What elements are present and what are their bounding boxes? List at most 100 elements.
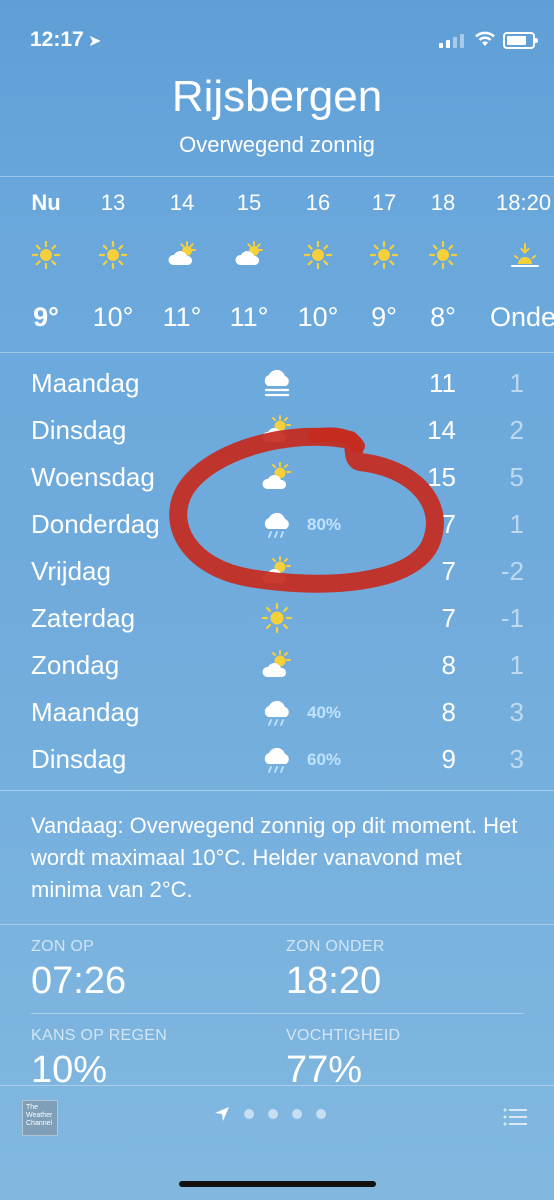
divider	[0, 1085, 554, 1086]
divider	[31, 1013, 524, 1014]
daily-row: Dinsdag 60% 9 3	[0, 736, 554, 783]
location-arrow-icon	[215, 1107, 229, 1121]
hour-temp: 10°	[92, 302, 134, 332]
day-low: -1	[500, 603, 524, 633]
divider	[0, 790, 554, 791]
battery-icon	[503, 32, 538, 49]
hour-label: Nu	[31, 190, 61, 215]
daily-row: Zondag 8 1	[0, 642, 554, 689]
hour-temp: 8°	[430, 302, 456, 332]
daily-row: Woensdag 15 5	[0, 454, 554, 501]
day-name: Zaterdag	[31, 603, 136, 633]
hourly-item: Nu 9°	[11, 176, 81, 352]
sunset-detail: ZON ONDER 18:20	[286, 938, 385, 1003]
day-name: Dinsdag	[31, 415, 127, 445]
humidity-value: 77%	[286, 1049, 363, 1085]
status-bar: 12:17 ➤	[0, 28, 554, 58]
city-name: Rijsbergen	[171, 72, 383, 121]
daily-row: Donderdag 80% 7 1	[0, 501, 554, 548]
rain-chance-value: 10%	[31, 1049, 108, 1085]
day-low: 5	[509, 462, 524, 492]
daily-row: Zaterdag 7 -1	[0, 595, 554, 642]
hourly-item: 15 11°	[214, 176, 284, 352]
day-high: 15	[427, 462, 456, 492]
day-name: Maandag	[31, 697, 140, 727]
day-name: Vrijdag	[31, 556, 111, 586]
divider	[0, 352, 554, 353]
sunrise-detail: ZON OP 07:26	[31, 938, 126, 1003]
rain-cloud-icon	[264, 700, 289, 726]
hourly-item: 18:20 Onde	[490, 176, 554, 352]
day-low: 2	[509, 415, 524, 445]
page-indicator[interactable]	[214, 1106, 326, 1122]
hour-label: 18	[430, 190, 456, 215]
day-low: 1	[509, 509, 524, 539]
precip-chance: 80%	[307, 515, 342, 534]
hourly-item: 18 8°	[408, 176, 478, 352]
daily-row: Maandag 11 1	[0, 360, 554, 407]
partly-cloudy-icon	[262, 556, 291, 583]
partly-cloudy-icon	[262, 415, 291, 442]
day-name: Woensdag	[31, 462, 155, 492]
hourly-item: 13 10°	[78, 176, 148, 352]
day-high: 8	[441, 697, 456, 727]
current-condition: Overwegend zonnig	[179, 132, 375, 157]
fog-icon	[264, 369, 290, 397]
divider	[0, 924, 554, 925]
daily-row: Maandag 40% 8 3	[0, 689, 554, 736]
day-high: 8	[441, 650, 456, 680]
daily-row: Dinsdag 14 2	[0, 407, 554, 454]
weather-channel-logo[interactable]: The Weather Channel	[22, 1100, 58, 1136]
rain-cloud-icon	[264, 512, 289, 538]
partly-cloudy-icon	[262, 650, 291, 677]
sun-icon	[303, 240, 333, 270]
day-low: -2	[500, 556, 524, 586]
home-indicator[interactable]	[179, 1181, 376, 1187]
page-dot	[316, 1109, 326, 1119]
hour-label: 13	[100, 190, 126, 215]
cellular-signal-icon	[439, 34, 464, 48]
hourly-item: 16 10°	[283, 176, 353, 352]
hour-temp: 11°	[229, 302, 269, 332]
rain-chance-detail: KANS OP REGEN 10%	[31, 1027, 167, 1085]
page-dot	[268, 1109, 278, 1119]
hour-temp: 9°	[33, 302, 59, 332]
sun-icon	[428, 240, 458, 270]
day-high: 7	[441, 556, 456, 586]
location-arrow-icon: ➤	[88, 33, 102, 50]
hour-temp: 11°	[162, 302, 202, 332]
day-name: Donderdag	[31, 509, 160, 539]
hourly-forecast[interactable]: Nu 9° 13 10° 14 11° 15 11° 16 10° 17 9° …	[0, 176, 554, 352]
precip-chance: 60%	[307, 750, 342, 769]
sun-icon	[31, 240, 61, 270]
partly-cloudy-icon	[262, 462, 291, 489]
precip-chance: 40%	[307, 703, 342, 722]
day-low: 1	[509, 650, 524, 680]
day-low: 3	[509, 697, 524, 727]
daily-row: Vrijdag 7 -2	[0, 548, 554, 595]
day-high: 9	[441, 744, 456, 774]
day-high: 14	[427, 415, 456, 445]
day-high: 7	[441, 509, 456, 539]
wifi-icon	[475, 31, 495, 46]
sun-icon	[98, 240, 128, 270]
hour-label: 14	[169, 190, 195, 215]
sun-icon	[369, 240, 399, 270]
list-icon[interactable]	[503, 1107, 527, 1127]
sunset-label: ZON ONDER	[286, 938, 385, 955]
day-high: 11	[429, 368, 456, 398]
day-name: Zondag	[31, 650, 120, 680]
hour-label: 16	[305, 190, 331, 215]
hour-temp: 10°	[297, 302, 339, 332]
hour-label: 15	[236, 190, 262, 215]
partly-cloudy-icon	[235, 241, 263, 265]
partly-cloudy-icon	[168, 241, 196, 265]
sunset-icon	[511, 243, 539, 267]
rain-cloud-icon	[264, 747, 289, 773]
sunset-value: 18:20	[286, 960, 382, 1002]
today-summary: Vandaag: Overwegend zonnig op dit moment…	[31, 813, 518, 902]
hourly-item: 14 11°	[147, 176, 217, 352]
day-name: Maandag	[31, 368, 140, 398]
day-low: 3	[509, 744, 524, 774]
page-dot	[244, 1109, 254, 1119]
